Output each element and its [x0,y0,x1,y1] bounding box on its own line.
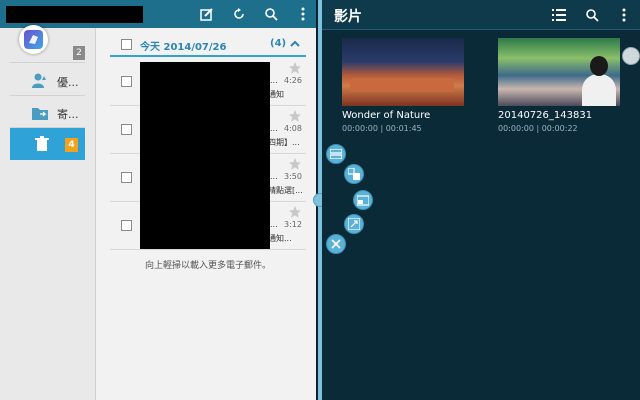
mail-snippet: 四期】... [268,138,300,147]
mail-checkbox[interactable] [121,76,132,87]
switch-windows-button[interactable] [326,144,346,164]
email-app-pane: 2 優... 寄... 4 今天 2014/07/26 (4) ... 4:26… [0,0,316,400]
split-screen: 2 優... 寄... 4 今天 2014/07/26 (4) ... 4:26… [0,0,640,400]
nav-item-trash[interactable]: 4 [10,128,85,160]
mail-time: 3:50 [284,172,302,181]
redacted-senders-block [140,62,270,249]
close-window-button[interactable] [326,234,346,254]
drag-content-button[interactable] [344,164,364,184]
mail-snippet: 通知... [268,234,292,243]
video-header: 影片 [322,0,640,30]
mail-subject-fragment: ... [270,124,278,133]
video-duration: 00:00:00 | 00:01:45 [342,124,422,133]
chevron-up-icon[interactable] [289,38,301,50]
minimize-window-icon [357,195,369,206]
search-icon[interactable] [583,6,601,24]
load-more-hint: 向上輕掃以載入更多電子郵件。 [144,261,271,271]
video-name: Wonder of Nature [342,110,431,121]
floating-app-pip[interactable] [19,25,48,54]
star-icon[interactable] [288,61,302,75]
mail-subject-fragment: ... [270,76,278,85]
trash-icon [35,136,49,151]
mail-checkbox[interactable] [121,172,132,183]
trash-badge: 4 [65,138,78,152]
nav-item-priority[interactable]: 優... [10,66,85,96]
star-icon[interactable] [288,205,302,219]
app-pip-icon [24,30,43,49]
redacted-account-title [6,6,143,23]
page-title: 影片 [334,9,362,25]
more-options-icon[interactable] [293,4,313,24]
nav-label-priority: 優... [57,76,79,89]
minimize-window-button[interactable] [353,190,373,210]
sent-folder-icon [31,104,49,122]
mail-time: 4:08 [284,124,302,133]
search-icon[interactable] [261,4,281,24]
mail-time: 4:26 [284,76,302,85]
scroll-handle[interactable] [622,47,640,65]
mail-checkbox[interactable] [121,220,132,231]
mail-subject-fragment: ... [270,172,278,181]
video-duration: 00:00:00 | 00:00:22 [498,124,578,133]
mail-snippet: 通知 [268,90,284,99]
maximize-window-icon [348,218,360,230]
date-group-label: 今天 2014/07/26 [140,42,227,53]
list-view-icon[interactable] [550,6,568,24]
star-icon[interactable] [288,157,302,171]
mailbox-nav: 2 優... 寄... 4 [0,28,96,400]
refresh-icon[interactable] [229,4,249,24]
more-options-icon[interactable] [615,6,633,24]
drag-content-icon [348,168,360,180]
mail-checkbox[interactable] [121,124,132,135]
email-header [0,0,316,28]
priority-person-icon [31,72,49,90]
inbox-badge: 2 [73,46,85,60]
mail-subject-fragment: ... [270,220,278,229]
mail-snippet: 精點選[... [268,186,303,195]
select-all-checkbox[interactable] [121,39,132,50]
star-icon[interactable] [288,109,302,123]
date-group-header[interactable]: 今天 2014/07/26 (4) [110,35,306,57]
close-icon [331,239,341,249]
video-name: 20140726_143831 [498,110,593,121]
date-group-count: (4) [270,38,287,49]
thumbnail-landscape [350,78,454,92]
maximize-window-button[interactable] [344,214,364,234]
switch-windows-icon [330,149,342,159]
video-thumbnail[interactable] [498,38,620,106]
mail-time: 3:12 [284,220,302,229]
compose-icon[interactable] [197,4,217,24]
nav-label-sent: 寄... [57,108,79,121]
nav-item-sent[interactable]: 寄... [10,98,85,128]
video-thumbnail[interactable] [342,38,464,106]
thumbnail-crowd [582,56,616,106]
